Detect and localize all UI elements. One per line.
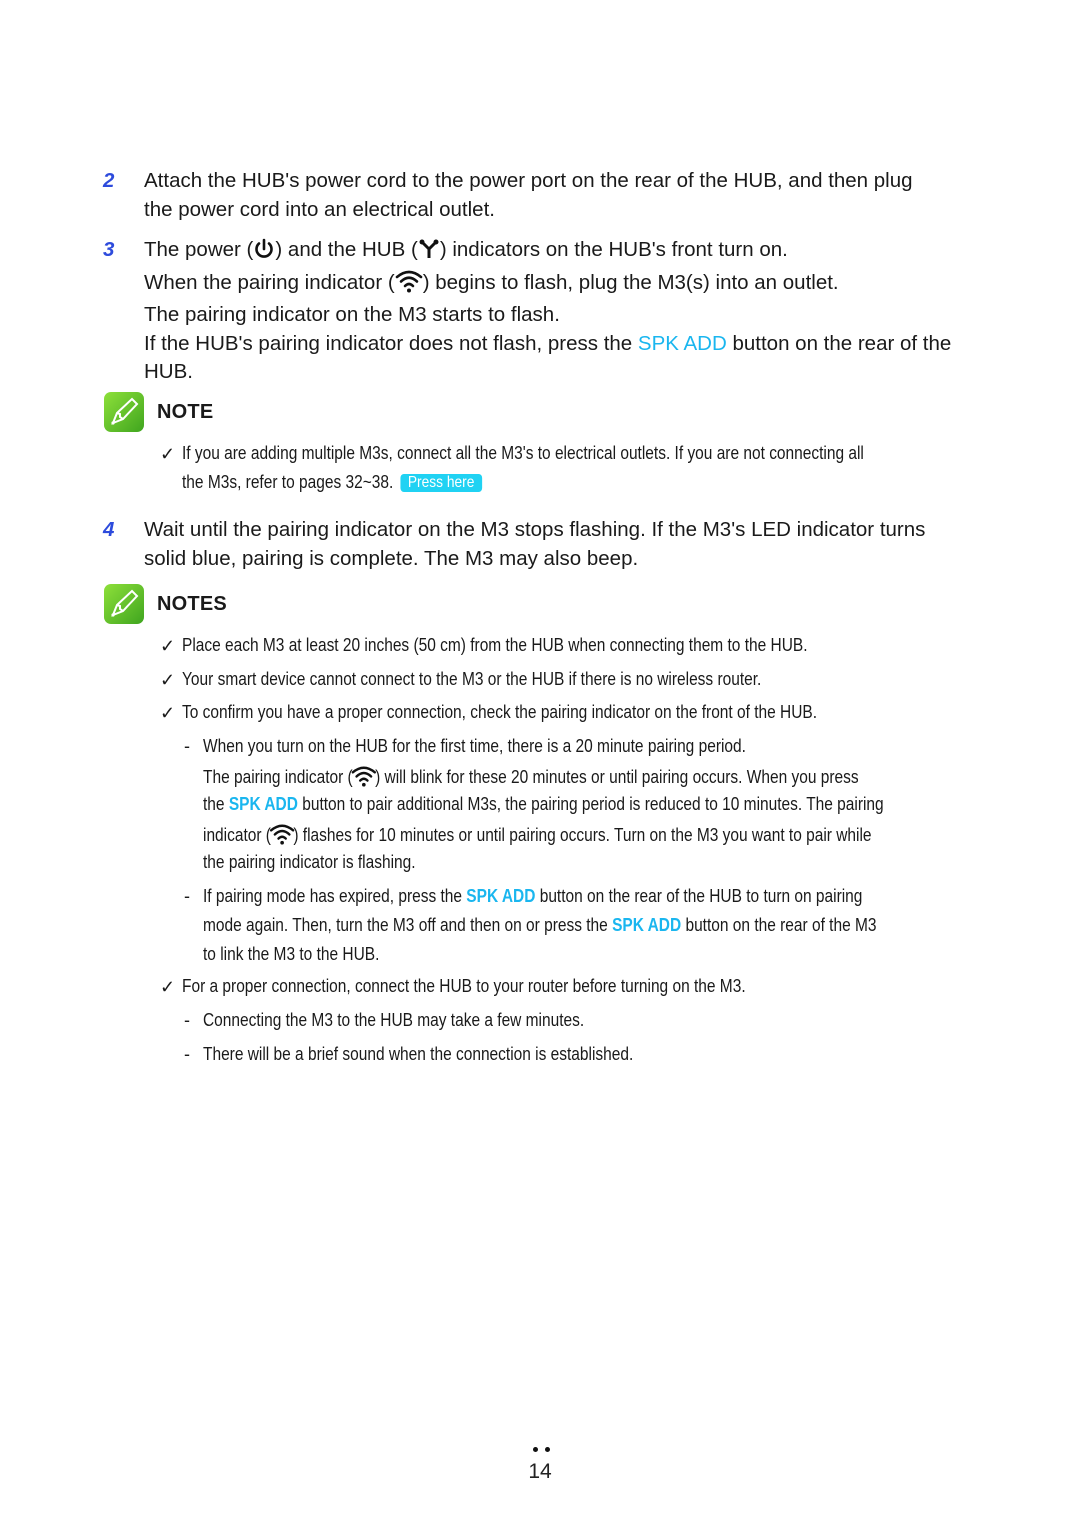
note-subitem: indicator () flashes for 10 minutes or u…: [203, 823, 980, 850]
wifi-pairing-icon: [351, 765, 377, 792]
note-item: For a proper connection, connect the HUB…: [182, 976, 746, 996]
dash: -: [184, 1010, 190, 1030]
note-subitem: Connecting the M3 to the HUB may take a …: [203, 1010, 585, 1030]
dash: -: [184, 1044, 190, 1064]
note-subitem: If pairing mode has expired, press the S…: [203, 886, 863, 906]
note-subitem: There will be a brief sound when the con…: [203, 1044, 634, 1064]
step-text: solid blue, pairing is complete. The M3 …: [144, 546, 639, 570]
note-text: If you are adding multiple M3s, connect …: [182, 443, 864, 463]
wifi-pairing-icon: [395, 269, 423, 302]
step-text: The power ( ) and the HUB ( ) indicators o…: [144, 236, 1024, 269]
note-subitem: the pairing indicator is flashing.: [203, 852, 416, 872]
note-subitem: the SPK ADD button to pair additional M3…: [203, 794, 884, 814]
check-icon: ✓: [160, 670, 176, 690]
page-dots-decoration: [533, 1447, 550, 1452]
step-number: 2: [103, 169, 115, 192]
check-icon: ✓: [160, 636, 176, 656]
note-subitem: to link the M3 to the HUB.: [203, 944, 380, 964]
page-number: 14: [528, 1460, 552, 1483]
check-icon: ✓: [160, 444, 176, 464]
spk-add-label: SPK ADD: [637, 331, 727, 355]
step-text: The pairing indicator on the M3 starts t…: [144, 303, 560, 326]
text: button on the rear of the: [726, 331, 952, 355]
note-pencil-icon: [104, 392, 144, 432]
step-number: 4: [103, 518, 115, 541]
note-item: Your smart device cannot connect to the …: [182, 669, 762, 689]
press-here-link[interactable]: Press here: [400, 474, 483, 492]
step-text: Wait until the pairing indicator on the …: [144, 518, 926, 541]
spk-add-label: SPK ADD: [228, 794, 298, 814]
text: The power (: [144, 238, 254, 261]
note-item: To confirm you have a proper connection,…: [182, 702, 818, 722]
check-icon: ✓: [160, 703, 176, 723]
note-item: Place each M3 at least 20 inches (50 cm)…: [182, 635, 808, 655]
notes-title: NOTES: [157, 592, 227, 615]
note-title: NOTE: [157, 400, 214, 423]
power-icon: [253, 238, 275, 269]
step-text: HUB.: [144, 360, 193, 383]
note-header: NOTE: [104, 392, 214, 432]
text: ) and the HUB (: [275, 238, 418, 261]
hub-icon: [418, 238, 440, 269]
step-text: When the pairing indicator ( ) begins to …: [144, 269, 1024, 302]
dash: -: [184, 886, 190, 906]
spk-add-label: SPK ADD: [466, 886, 536, 906]
text: ) indicators on the HUB's front turn on.: [439, 238, 788, 261]
step-text: Attach the HUB's power cord to the power…: [144, 169, 913, 192]
notes-header: NOTES: [104, 584, 227, 624]
check-icon: ✓: [160, 977, 176, 997]
note-pencil-icon: [104, 584, 144, 624]
step-number: 3: [103, 238, 115, 261]
text: ) begins to flash, plug the M3(s) into a…: [422, 270, 839, 294]
step-text: If the HUB's pairing indicator does not …: [144, 330, 1024, 359]
dash: -: [184, 736, 190, 756]
wifi-pairing-icon: [269, 823, 295, 850]
note-subitem: mode again. Then, turn the M3 off and th…: [203, 915, 877, 935]
note-subitem: When you turn on the HUB for the first t…: [203, 736, 746, 756]
spk-add-label: SPK ADD: [612, 915, 682, 935]
step-text: the power cord into an electrical outlet…: [144, 197, 495, 221]
note-text: the M3s, refer to pages 32~38. Press here: [182, 472, 531, 493]
text: When the pairing indicator (: [144, 270, 395, 294]
text: If the HUB's pairing indicator does not …: [144, 331, 638, 355]
note-subitem: The pairing indicator () will blink for …: [203, 765, 965, 792]
